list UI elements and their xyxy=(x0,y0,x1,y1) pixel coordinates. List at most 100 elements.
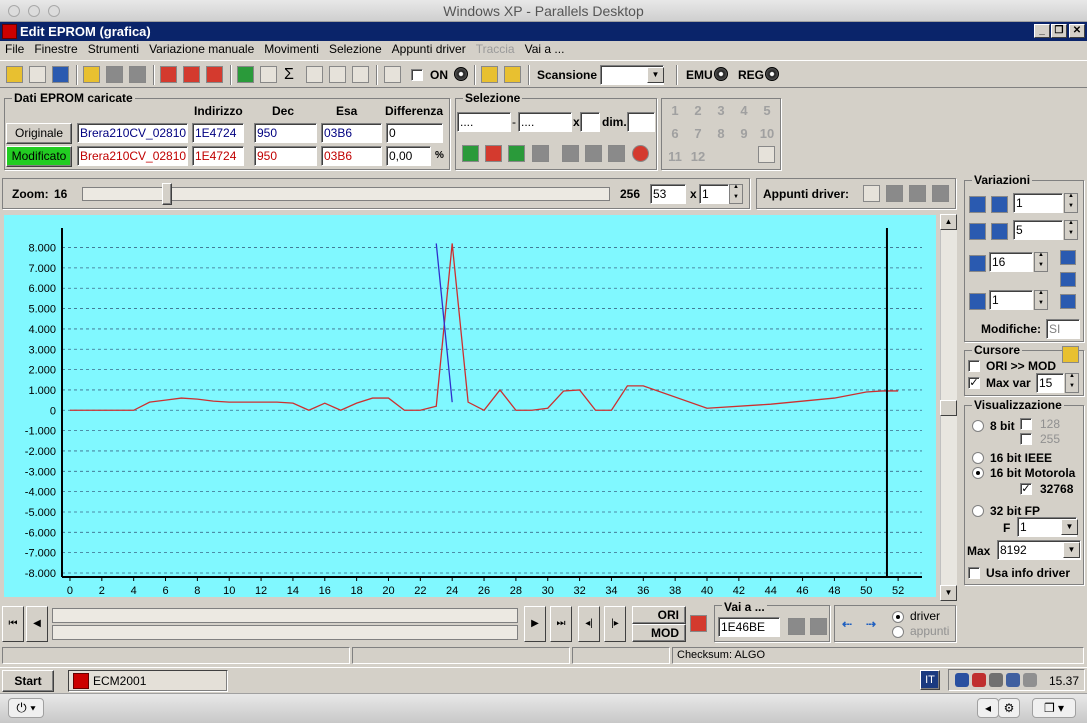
menu-item-file[interactable]: File xyxy=(0,41,29,57)
tools-icon[interactable] xyxy=(260,66,277,83)
originale-indirizzo-field[interactable]: 1E4724 xyxy=(192,123,244,143)
var-p-spinner[interactable] xyxy=(1034,290,1048,310)
windows-icon[interactable] xyxy=(29,66,46,83)
horizontal-scroll-top[interactable] xyxy=(52,608,518,623)
number-button-10[interactable]: 10 xyxy=(757,124,777,143)
var-step5-spinner[interactable] xyxy=(1064,220,1078,240)
select-all-icon[interactable] xyxy=(462,145,479,162)
zoom-value-field[interactable]: 53 xyxy=(650,184,686,204)
arrow-left-icon[interactable]: ⇠ xyxy=(842,617,852,631)
number-button-5[interactable]: 5 xyxy=(757,101,777,120)
start-button[interactable]: Start xyxy=(2,670,54,692)
close-button[interactable]: ✕ xyxy=(1069,24,1085,38)
tray-disk-icon[interactable] xyxy=(989,673,1003,687)
select-gray-icon[interactable] xyxy=(532,145,549,162)
on-knob-icon[interactable] xyxy=(454,67,468,81)
var-p-icon[interactable] xyxy=(969,293,986,310)
select-add-icon[interactable] xyxy=(508,145,525,162)
var-step1-field[interactable]: 1 xyxy=(1013,193,1063,213)
appunti-edit-icon[interactable] xyxy=(909,185,926,202)
scroll-down-icon[interactable]: ▼ xyxy=(940,585,957,601)
eprom-chart[interactable]: 8.000 7.000 6.000 5.000 4.000 3.000 2.000 1.000… xyxy=(0,212,940,602)
originale-button[interactable]: Originale xyxy=(6,123,72,144)
reg-knob-icon[interactable] xyxy=(765,67,779,81)
open-folder-icon[interactable] xyxy=(83,66,100,83)
var-step5-field[interactable]: 5 xyxy=(1013,220,1063,240)
f-chevron-down-icon[interactable]: ▼ xyxy=(1061,519,1078,535)
cursore-lock-icon[interactable] xyxy=(1062,346,1079,363)
home-icon[interactable] xyxy=(6,66,23,83)
modificato-indirizzo-field[interactable]: 1E4724 xyxy=(192,146,244,166)
mod-button[interactable]: MOD xyxy=(632,624,686,642)
selezione-to-field[interactable]: .... xyxy=(518,112,572,132)
runner-icon[interactable] xyxy=(504,66,521,83)
menu-item-movimenti[interactable]: Movimenti xyxy=(259,41,324,57)
menu-item-variazione-manuale[interactable]: Variazione manuale xyxy=(144,41,259,57)
panel-icon[interactable] xyxy=(52,66,69,83)
prev-page-icon[interactable]: ◀ xyxy=(26,606,48,642)
number-button-2[interactable]: 2 xyxy=(688,101,708,120)
number-button-3[interactable]: 3 xyxy=(711,101,731,120)
number-button-6[interactable]: 6 xyxy=(665,124,685,143)
var-p-field[interactable]: 1 xyxy=(989,290,1033,310)
marker-right-icon[interactable]: |▸ xyxy=(604,606,626,642)
radio-32bit-fp[interactable] xyxy=(972,505,984,517)
selezione-x-field[interactable] xyxy=(580,112,600,132)
modificato-esa-field[interactable]: 03B6 xyxy=(321,146,382,166)
appunti-copy-icon[interactable] xyxy=(863,185,880,202)
arrow-right-icon[interactable]: ⇢ xyxy=(866,617,876,631)
originale-dec-field[interactable]: 950 xyxy=(254,123,317,143)
gear-icon[interactable]: ⚙ xyxy=(998,698,1020,718)
radio-8bit[interactable] xyxy=(972,420,984,432)
save-as-icon[interactable] xyxy=(129,66,146,83)
horizontal-scroll-bottom[interactable] xyxy=(52,625,518,640)
radio-appunti[interactable] xyxy=(892,626,904,638)
restore-button[interactable]: ❐ xyxy=(1051,24,1067,38)
calculator-icon[interactable] xyxy=(237,66,254,83)
copy-icon[interactable] xyxy=(562,145,579,162)
on-checkbox[interactable] xyxy=(411,69,423,81)
check-32768[interactable]: ✓ xyxy=(1020,483,1032,495)
zoom-mult-spinner[interactable] xyxy=(729,184,743,204)
menu-item-selezione[interactable]: Selezione xyxy=(324,41,387,57)
paste-icon[interactable] xyxy=(585,145,602,162)
tray-network-icon[interactable] xyxy=(1006,673,1020,687)
var-add5-icon[interactable] xyxy=(969,223,986,240)
var-a-spinner[interactable] xyxy=(1034,252,1048,272)
menu-item-appunti-driver[interactable]: Appunti driver xyxy=(387,41,471,57)
question-icon[interactable] xyxy=(183,66,200,83)
chevron-down-icon[interactable]: ▼ xyxy=(647,67,664,83)
lock-icon[interactable] xyxy=(481,66,498,83)
ori-button[interactable]: ORI xyxy=(632,606,686,624)
next-page-icon[interactable]: ▶ xyxy=(524,606,546,642)
max-var-checkbox[interactable]: ✓ xyxy=(968,377,980,389)
var-a-field[interactable]: 16 xyxy=(989,252,1033,272)
var-add1-icon[interactable] xyxy=(969,196,986,213)
modificato-dec-field[interactable]: 950 xyxy=(254,146,317,166)
max-var-spinner[interactable] xyxy=(1065,373,1079,393)
var-sub5-icon[interactable] xyxy=(991,223,1008,240)
modificato-button[interactable]: Modificato xyxy=(6,146,72,167)
usa-info-checkbox[interactable] xyxy=(968,567,980,579)
selezione-from-field[interactable]: .... xyxy=(457,112,511,132)
tray-app-icon[interactable] xyxy=(955,673,969,687)
number-button-1[interactable]: 1 xyxy=(665,101,685,120)
var-u-icon[interactable] xyxy=(1060,294,1076,309)
number-button-12[interactable]: 12 xyxy=(688,147,708,166)
chart-vertical-scrollbar[interactable]: ▲ ▼ xyxy=(940,214,957,601)
scroll-thumb[interactable] xyxy=(940,400,957,416)
language-indicator[interactable]: IT xyxy=(920,670,940,690)
ori-mod-checkbox[interactable] xyxy=(968,360,980,372)
refresh-icon[interactable] xyxy=(632,145,649,162)
scroll-up-icon[interactable]: ▲ xyxy=(940,214,957,230)
check-icon[interactable] xyxy=(160,66,177,83)
text-icon[interactable] xyxy=(384,66,401,83)
first-icon[interactable]: ⏮ xyxy=(2,606,24,642)
tray-volume-icon[interactable] xyxy=(1023,673,1037,687)
emu-knob-icon[interactable] xyxy=(714,67,728,81)
menu-item-vai-a[interactable]: Vai a ... xyxy=(520,41,570,57)
deselect-icon[interactable] xyxy=(485,145,502,162)
swap-icon[interactable] xyxy=(690,615,707,632)
zoom-slider-thumb[interactable] xyxy=(162,183,172,205)
var-a-icon[interactable] xyxy=(969,255,986,272)
